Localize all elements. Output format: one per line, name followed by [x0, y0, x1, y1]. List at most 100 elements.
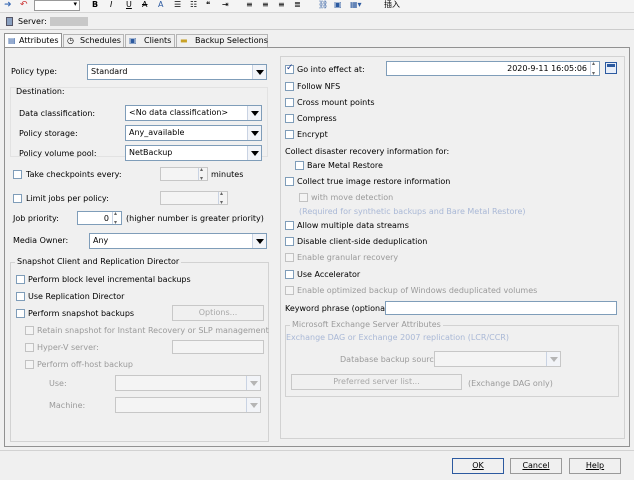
- granular-label: Enable granular recovery: [297, 253, 399, 262]
- chevron-down-icon[interactable]: [252, 234, 266, 248]
- job-priority-hint: (higher number is greater priority): [126, 214, 264, 223]
- server-icon: [6, 17, 13, 26]
- compress-checkbox[interactable]: [285, 114, 294, 123]
- media-owner-select[interactable]: Any: [89, 233, 267, 249]
- machine-select[interactable]: [115, 397, 261, 413]
- tab-attributes[interactable]: ▤ Attributes: [4, 33, 62, 48]
- font-select[interactable]: ▾: [34, 0, 80, 11]
- checkpoints-input[interactable]: [160, 166, 208, 182]
- snapshot-backups-checkbox[interactable]: [16, 309, 25, 318]
- underline-icon[interactable]: U: [126, 0, 132, 10]
- dialog-body: ▤ Attributes ◷ Schedules ▣ Clients ▬ Bac…: [0, 30, 634, 480]
- collect-true-image-checkbox[interactable]: [285, 177, 294, 186]
- tab-schedules[interactable]: ◷ Schedules: [63, 34, 124, 47]
- bare-metal-label: Bare Metal Restore: [307, 161, 383, 170]
- insert-menu[interactable]: 插入: [384, 0, 400, 10]
- align-left-icon[interactable]: ≡: [246, 0, 253, 10]
- checkpoints-checkbox[interactable]: [13, 170, 22, 179]
- folder-icon: ▬: [180, 36, 188, 45]
- use-label: Use:: [49, 379, 67, 388]
- server-label: Server:: [18, 17, 47, 26]
- chevron-down-icon[interactable]: [247, 146, 261, 160]
- media-owner-label: Media Owner:: [13, 236, 69, 245]
- cancel-button[interactable]: Cancel: [510, 458, 562, 474]
- indent-icon[interactable]: ⇥: [222, 0, 229, 10]
- align-center-icon[interactable]: ≡: [262, 0, 269, 10]
- block-level-checkbox[interactable]: [16, 275, 25, 284]
- disable-dedup-label: Disable client-side deduplication: [297, 237, 428, 246]
- hyperv-input[interactable]: [172, 340, 264, 354]
- granular-checkbox[interactable]: [285, 253, 294, 262]
- follow-nfs-label: Follow NFS: [297, 82, 341, 91]
- calendar-icon[interactable]: [605, 62, 617, 74]
- replication-director-label: Use Replication Director: [28, 292, 125, 301]
- bullet-list-icon[interactable]: ☰: [174, 0, 181, 10]
- snapshot-group: Snapshot Client and Replication Director…: [10, 257, 269, 442]
- image-icon[interactable]: ▣: [334, 0, 342, 10]
- data-classification-select[interactable]: <No data classification>: [125, 105, 262, 121]
- go-into-effect-input[interactable]: 2020-9-11 16:05:06: [386, 60, 600, 77]
- snapshot-backups-label: Perform snapshot backups: [28, 309, 135, 318]
- encrypt-label: Encrypt: [297, 130, 328, 139]
- policy-type-select[interactable]: Standard: [87, 64, 267, 80]
- policy-storage-label: Policy storage:: [19, 129, 78, 138]
- spinner-icon[interactable]: [590, 60, 599, 77]
- replication-director-checkbox[interactable]: [16, 292, 25, 301]
- tab-backup-selections[interactable]: ▬ Backup Selections: [176, 34, 268, 47]
- spinner-icon[interactable]: [112, 210, 121, 226]
- help-button[interactable]: Help: [569, 458, 621, 474]
- strikethrough-icon[interactable]: A: [142, 0, 147, 10]
- checkpoints-label: Take checkpoints every:: [26, 170, 122, 179]
- numbered-list-icon[interactable]: ☷: [190, 0, 197, 10]
- chevron-down-icon[interactable]: [247, 106, 261, 120]
- policy-storage-select[interactable]: Any_available: [125, 125, 262, 141]
- policy-type-label: Policy type:: [11, 67, 58, 76]
- justify-icon[interactable]: ≣: [294, 0, 301, 10]
- quote-icon[interactable]: ❝: [206, 0, 210, 10]
- font-color-icon[interactable]: A: [158, 0, 163, 10]
- attributes-tab-icon: ▤: [8, 36, 16, 45]
- preferred-server-button[interactable]: Preferred server list...: [291, 374, 462, 390]
- job-priority-input[interactable]: 0: [77, 210, 122, 226]
- bold-icon[interactable]: B: [92, 0, 98, 10]
- italic-icon[interactable]: I: [110, 0, 112, 10]
- link-icon[interactable]: ⛓: [318, 0, 328, 10]
- policy-volume-pool-label: Policy volume pool:: [19, 149, 97, 158]
- db-source-select[interactable]: [434, 351, 561, 367]
- keyword-input[interactable]: [385, 301, 617, 315]
- follow-nfs-checkbox[interactable]: [285, 82, 294, 91]
- offhost-checkbox[interactable]: [25, 360, 34, 369]
- optimized-windows-checkbox[interactable]: [285, 286, 294, 295]
- hyperv-checkbox[interactable]: [25, 343, 34, 352]
- accelerator-checkbox[interactable]: [285, 270, 294, 279]
- align-right-icon[interactable]: ≡: [278, 0, 285, 10]
- arrow-left-icon[interactable]: ➜: [4, 0, 12, 10]
- dag-only-label: (Exchange DAG only): [468, 379, 553, 388]
- cross-mount-checkbox[interactable]: [285, 98, 294, 107]
- chevron-down-icon[interactable]: [252, 65, 266, 79]
- chevron-down-icon[interactable]: [546, 352, 560, 366]
- options-button[interactable]: Options...: [172, 305, 264, 321]
- chevron-down-icon[interactable]: [246, 398, 260, 412]
- keyword-label: Keyword phrase (optional):: [285, 304, 394, 313]
- tab-clients[interactable]: ▣ Clients: [125, 34, 175, 47]
- encrypt-checkbox[interactable]: [285, 130, 294, 139]
- use-select[interactable]: [115, 375, 261, 391]
- chevron-down-icon[interactable]: [247, 126, 261, 140]
- disable-dedup-checkbox[interactable]: [285, 237, 294, 246]
- undo-icon[interactable]: ↶: [20, 0, 28, 10]
- chevron-down-icon[interactable]: [246, 376, 260, 390]
- move-detection-checkbox[interactable]: [299, 193, 308, 202]
- spinner-icon[interactable]: [198, 166, 207, 182]
- table-icon[interactable]: ▦▾: [350, 0, 362, 10]
- required-note: (Required for synthetic backups and Bare…: [299, 207, 526, 216]
- limit-jobs-input[interactable]: [160, 190, 228, 206]
- limit-jobs-checkbox[interactable]: [13, 194, 22, 203]
- bare-metal-checkbox[interactable]: [295, 161, 304, 170]
- go-into-effect-checkbox[interactable]: [285, 63, 294, 74]
- ok-button[interactable]: OK: [452, 458, 504, 474]
- retain-checkbox[interactable]: [25, 326, 34, 335]
- spinner-icon[interactable]: [218, 190, 227, 206]
- policy-volume-pool-select[interactable]: NetBackup: [125, 145, 262, 161]
- multiple-streams-checkbox[interactable]: [285, 221, 294, 230]
